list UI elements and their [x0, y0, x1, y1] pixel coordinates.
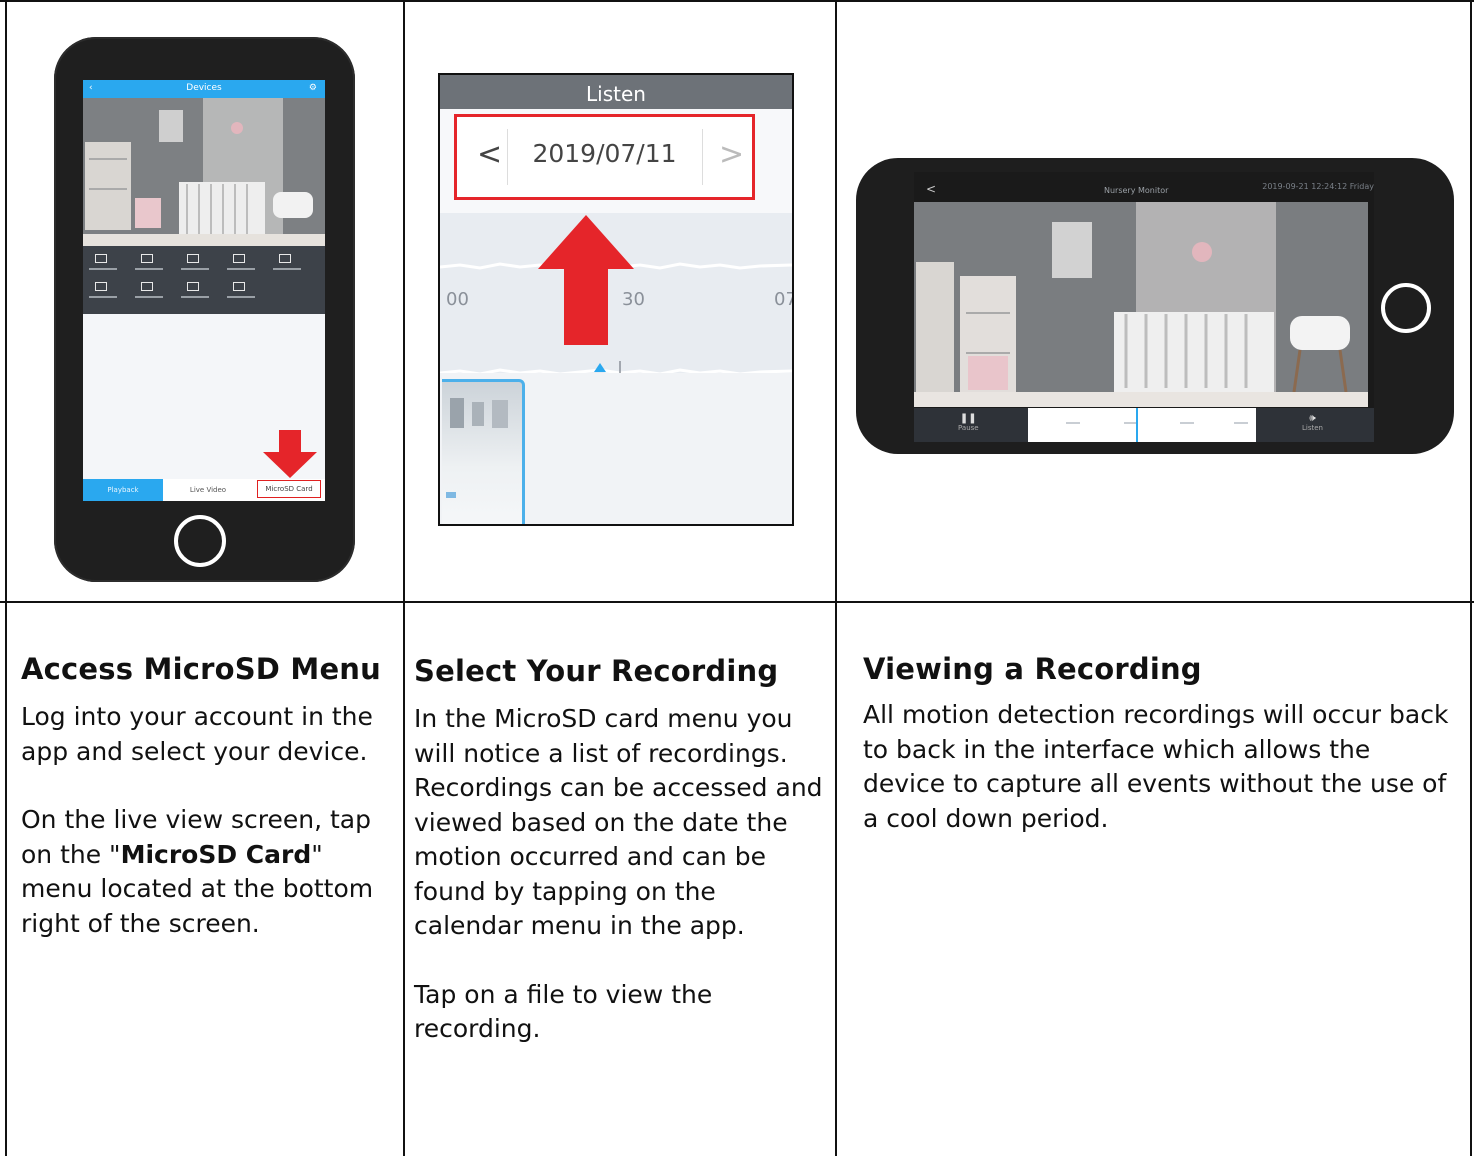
- nursery-scene-graphic: [83, 98, 325, 246]
- tab-microsd-card[interactable]: MicroSD Card: [257, 480, 321, 498]
- column-divider-1: [403, 0, 405, 1156]
- recording-thumbnail[interactable]: [442, 379, 525, 524]
- control-label: [273, 268, 301, 270]
- bottom-tab-bar: Playback Live Video MicroSD Card: [83, 479, 325, 501]
- divider: [702, 129, 703, 185]
- control-label: [89, 268, 117, 270]
- listen-button[interactable]: 🕪 Listen: [1302, 413, 1323, 432]
- motion-icon[interactable]: [187, 282, 199, 291]
- phone-screen: ‹ Devices ⚙ Playback Live Video MicroSD …: [83, 80, 325, 501]
- divider: [507, 129, 508, 185]
- next-day-chevron-icon[interactable]: >: [719, 137, 744, 172]
- app-header: ‹ Devices ⚙: [83, 80, 325, 98]
- previous-day-chevron-icon[interactable]: <: [477, 137, 502, 172]
- column-2-paragraph-1: In the MicroSD card menu you will notice…: [414, 704, 823, 940]
- control-label: [89, 296, 117, 298]
- column-2-paragraph-2: Tap on a file to view the recording.: [414, 979, 713, 1044]
- column-2-title: Select Your Recording: [414, 654, 779, 688]
- speaker-icon: 🕪: [1309, 413, 1316, 424]
- column-3-title: Viewing a Recording: [863, 652, 1202, 686]
- landscape-screen: < Nursery Monitor 2019-09-21 12:24:12 Fr…: [914, 172, 1374, 442]
- recording-video-feed[interactable]: [914, 202, 1368, 407]
- camera-name: Nursery Monitor: [1104, 186, 1169, 195]
- pause-icon: ❚❚: [959, 413, 977, 424]
- talk-icon[interactable]: [233, 254, 245, 263]
- pause-button[interactable]: ❚❚ Pause: [958, 413, 979, 432]
- playback-ticks-graphic: [1066, 422, 1248, 424]
- phone-playback-image: < Nursery Monitor 2019-09-21 12:24:12 Fr…: [856, 158, 1454, 454]
- tab-playback[interactable]: Playback: [83, 479, 163, 501]
- date-picker-highlight: < 2019/07/11 >: [454, 114, 755, 200]
- phone-live-view-image: ‹ Devices ⚙ Playback Live Video MicroSD …: [54, 37, 355, 582]
- settings-icon[interactable]: ⚙: [309, 83, 317, 93]
- speaker-icon[interactable]: [187, 254, 199, 263]
- recording-timestamp: 2019-09-21 12:24:12 Friday: [1262, 182, 1374, 191]
- live-view-controls: [83, 246, 325, 314]
- table-border-top: [0, 0, 1474, 2]
- column-1-paragraph-1: Log into your account in the app and sel…: [21, 702, 373, 766]
- nursery-camera-feed: [83, 98, 325, 246]
- microsd-card-emphasis: MicroSD Card: [120, 839, 312, 869]
- control-label: [181, 268, 209, 270]
- row-divider: [0, 601, 1474, 603]
- date-selector-bar: < 2019/07/11 >: [440, 109, 792, 213]
- red-arrow-down-icon: [263, 430, 317, 478]
- grid-icon[interactable]: [95, 282, 107, 291]
- column-divider-2: [835, 0, 837, 1156]
- quality-icon[interactable]: [279, 254, 291, 263]
- playback-status-bar: < Nursery Monitor 2019-09-21 12:24:12 Fr…: [914, 172, 1374, 202]
- column-3-paragraph-1: All motion detection recordings will occ…: [863, 700, 1449, 833]
- table-border-right: [1470, 0, 1472, 1156]
- app-header-title: Devices: [186, 83, 222, 93]
- column-3-text: Viewing a Recording All motion detection…: [863, 652, 1453, 836]
- selected-date[interactable]: 2019/07/11: [517, 139, 692, 168]
- listen-header: Listen: [440, 75, 792, 109]
- playback-controls-bar: ❚❚ Pause 🕪 Listen: [914, 408, 1374, 442]
- back-chevron-icon[interactable]: <: [926, 182, 936, 196]
- table-border-left: [5, 0, 7, 1156]
- listen-title: Listen: [586, 82, 646, 106]
- column-1-text: Access MicroSD Menu Log into your accoun…: [21, 652, 399, 941]
- home-button[interactable]: [174, 515, 226, 567]
- control-label: [227, 268, 255, 270]
- column-1-title: Access MicroSD Menu: [21, 652, 381, 686]
- zoom-icon[interactable]: [141, 282, 153, 291]
- control-label: [135, 296, 163, 298]
- tab-live-video[interactable]: Live Video: [163, 479, 253, 501]
- column-2-text: Select Your Recording In the MicroSD car…: [414, 654, 829, 1047]
- playback-timeline[interactable]: [1028, 408, 1256, 442]
- record-icon[interactable]: [95, 254, 107, 263]
- listen-label: Listen: [1302, 424, 1323, 432]
- nursery-recording-graphic: [914, 202, 1368, 407]
- timeline-tick: 00: [446, 289, 469, 310]
- column-1-paragraph-2: On the live view screen, tap on the "Mic…: [21, 803, 399, 941]
- light-icon[interactable]: [233, 282, 245, 291]
- thumbnail-graphic: [446, 398, 508, 498]
- red-arrow-up-icon: [538, 215, 634, 345]
- snapshot-icon[interactable]: [141, 254, 153, 263]
- pause-label: Pause: [958, 424, 979, 432]
- timeline-cursor-icon[interactable]: [594, 363, 606, 372]
- playback-cursor[interactable]: [1136, 408, 1138, 442]
- control-label: [135, 268, 163, 270]
- timeline-tick: 07: [774, 289, 792, 310]
- home-button[interactable]: [1381, 283, 1431, 333]
- control-label: [181, 296, 209, 298]
- control-label: [227, 296, 255, 298]
- calendar-screenshot: Listen < 2019/07/11 > 00 30 07: [438, 73, 794, 526]
